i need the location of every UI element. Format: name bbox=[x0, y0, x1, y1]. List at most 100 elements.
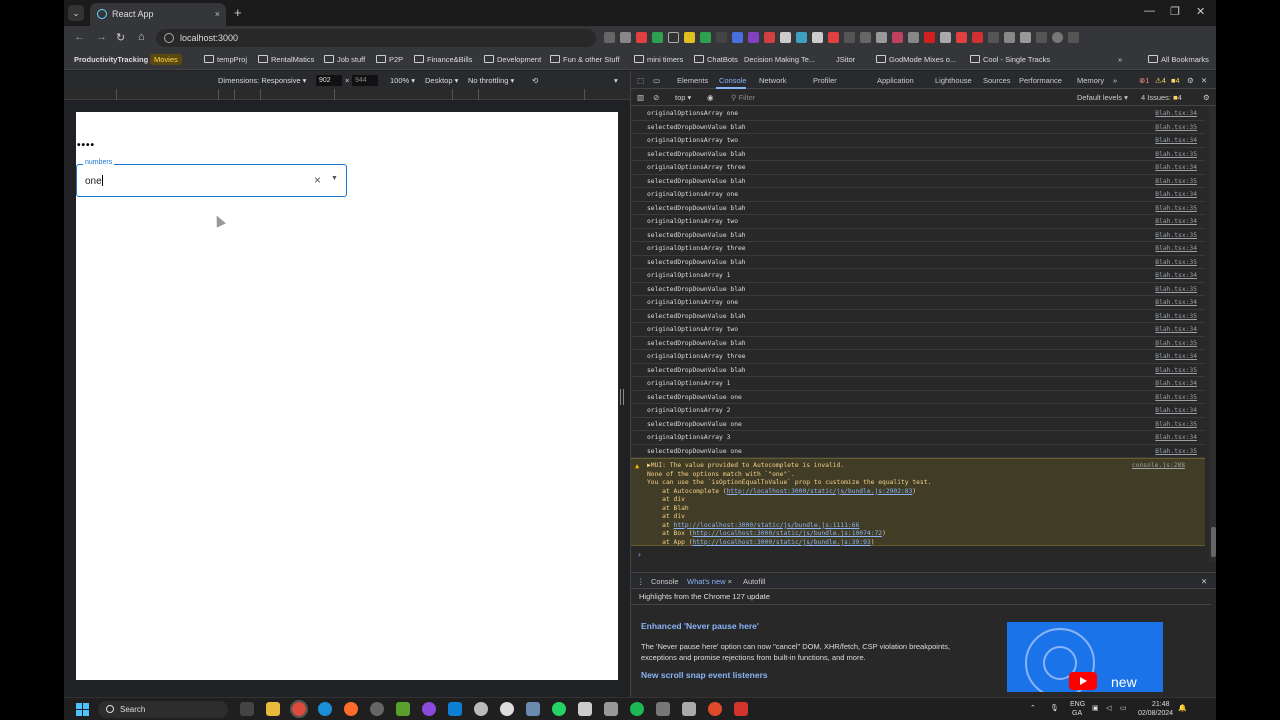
site-info-icon[interactable] bbox=[164, 33, 174, 43]
tab-lighthouse[interactable]: Lighthouse bbox=[935, 76, 972, 85]
bookmark-folder[interactable]: ChatBots bbox=[694, 55, 738, 64]
log-source-link[interactable]: Blah.tsx:34 bbox=[1155, 191, 1197, 198]
extension-icon[interactable] bbox=[924, 32, 935, 43]
media-query-ruler[interactable] bbox=[64, 89, 630, 100]
height-input[interactable]: 944 bbox=[352, 75, 378, 86]
tab-memory[interactable]: Memory bbox=[1077, 76, 1104, 85]
extension-icon[interactable] bbox=[684, 32, 695, 43]
volume-icon[interactable]: ◁ bbox=[1106, 704, 1111, 712]
bookmark-folder[interactable]: Cool - Single Tracks bbox=[970, 55, 1050, 64]
close-tab-icon[interactable]: × bbox=[215, 3, 220, 25]
app-icon[interactable] bbox=[656, 702, 670, 716]
log-source-link[interactable]: Blah.tsx:35 bbox=[1155, 286, 1197, 293]
edge-icon[interactable] bbox=[318, 702, 332, 716]
numbers-autocomplete[interactable]: numbers one × ▼ bbox=[76, 159, 347, 197]
autocomplete-input[interactable]: one bbox=[85, 175, 103, 187]
bookmark-item[interactable]: JSitor bbox=[836, 55, 855, 64]
whats-new-heading[interactable]: New scroll snap event listeners bbox=[641, 670, 768, 680]
all-bookmarks[interactable]: All Bookmarks bbox=[1148, 55, 1209, 64]
browser-tab[interactable]: React App × bbox=[90, 3, 226, 26]
back-icon[interactable]: ← bbox=[74, 31, 85, 43]
more-tabs-icon[interactable]: » bbox=[1113, 76, 1117, 85]
tab-performance[interactable]: Performance bbox=[1019, 76, 1062, 85]
device-select[interactable]: Desktop ▾ bbox=[425, 76, 458, 85]
clear-console-icon[interactable]: ⊘ bbox=[653, 93, 659, 102]
cast-icon[interactable] bbox=[604, 32, 615, 43]
log-source-link[interactable]: Blah.tsx:35 bbox=[1155, 448, 1197, 455]
tab-network[interactable]: Network bbox=[759, 76, 787, 85]
firefox-icon[interactable] bbox=[344, 702, 358, 716]
log-source-link[interactable]: Blah.tsx:35 bbox=[1155, 259, 1197, 266]
windows-start-icon[interactable] bbox=[76, 703, 89, 716]
app-icon[interactable] bbox=[604, 702, 618, 716]
extension-icon[interactable] bbox=[828, 32, 839, 43]
stack-link[interactable]: http://localhost:3000/static/js/bundle.j… bbox=[727, 488, 913, 495]
chrome-icon[interactable] bbox=[290, 700, 308, 718]
close-icon[interactable]: × bbox=[314, 173, 321, 187]
clock-date[interactable]: 02/08/2024 bbox=[1138, 710, 1173, 717]
bookmark-folder[interactable]: Job stuff bbox=[324, 55, 365, 64]
taskbar-search[interactable]: Search bbox=[98, 701, 228, 718]
extensions-puzzle-icon[interactable] bbox=[1020, 32, 1031, 43]
log-source-link[interactable]: Blah.tsx:34 bbox=[1155, 218, 1197, 225]
tab-sources[interactable]: Sources bbox=[983, 76, 1011, 85]
arrow-drop-down-icon[interactable]: ▼ bbox=[331, 175, 338, 182]
console-prompt-icon[interactable]: › bbox=[637, 550, 642, 559]
log-source-link[interactable]: Blah.tsx:34 bbox=[1155, 326, 1197, 333]
youtube-play-icon[interactable] bbox=[1069, 672, 1097, 690]
app-icon[interactable] bbox=[422, 702, 436, 716]
log-source-link[interactable]: Blah.tsx:34 bbox=[1155, 299, 1197, 306]
bookmark-folder[interactable]: Finance&Bills bbox=[414, 55, 472, 64]
maximize-icon[interactable]: ❐ bbox=[1170, 5, 1180, 18]
task-view-icon[interactable] bbox=[240, 702, 254, 716]
stack-link[interactable]: http://localhost:3000/static/js/bundle.j… bbox=[693, 530, 883, 537]
rotate-icon[interactable]: ⟲ bbox=[532, 76, 538, 85]
new-tab-button[interactable]: + bbox=[234, 5, 242, 20]
log-source-link[interactable]: Blah.tsx:34 bbox=[1155, 272, 1197, 279]
tray-overflow-icon[interactable]: ⌃ bbox=[1030, 704, 1036, 712]
log-source-link[interactable]: Blah.tsx:34 bbox=[1155, 245, 1197, 252]
extension-icon[interactable] bbox=[796, 32, 807, 43]
brave-icon[interactable] bbox=[708, 702, 722, 716]
tab-console[interactable]: Console bbox=[719, 76, 747, 85]
settings-gear-icon[interactable]: ⚙ bbox=[1187, 76, 1194, 85]
tab-elements[interactable]: Elements bbox=[677, 76, 708, 85]
bookmark-item[interactable]: Decision Making Te... bbox=[744, 55, 815, 64]
app-icon[interactable] bbox=[396, 702, 410, 716]
log-source-link[interactable]: Blah.tsx:35 bbox=[1155, 178, 1197, 185]
warning-line[interactable]: ▶MUI: The value provided to Autocomplete… bbox=[647, 462, 844, 469]
close-drawer-icon[interactable]: ✕ bbox=[1201, 577, 1207, 586]
filter-input[interactable]: ⚲ Filter bbox=[731, 93, 755, 102]
log-source-link[interactable]: Blah.tsx:35 bbox=[1155, 340, 1197, 347]
video-thumbnail[interactable]: new bbox=[1007, 622, 1163, 692]
log-source-link[interactable]: Blah.tsx:35 bbox=[1155, 124, 1197, 131]
log-source-link[interactable]: Blah.tsx:34 bbox=[1155, 110, 1197, 117]
extension-icon[interactable] bbox=[892, 32, 903, 43]
sidebar-toggle-icon[interactable]: ▥ bbox=[637, 93, 644, 102]
device-toggle-icon[interactable]: ▭ bbox=[653, 76, 660, 85]
close-devtools-icon[interactable]: ✕ bbox=[1201, 76, 1207, 85]
width-input[interactable]: 902 bbox=[316, 75, 342, 86]
extension-icon[interactable] bbox=[1004, 32, 1015, 43]
error-count[interactable]: ⊗1 bbox=[1139, 76, 1149, 85]
bookmark-folder[interactable]: Development bbox=[484, 55, 541, 64]
drawer-tab-autofill[interactable]: Autofill bbox=[743, 577, 766, 586]
bookmark-folder[interactable]: P2P bbox=[376, 55, 403, 64]
network-icon[interactable]: ▣ bbox=[1092, 704, 1099, 712]
log-source-link[interactable]: Blah.tsx:34 bbox=[1155, 380, 1197, 387]
log-source-link[interactable]: Blah.tsx:34 bbox=[1155, 137, 1197, 144]
extension-icon[interactable] bbox=[876, 32, 887, 43]
warning-count[interactable]: ⚠4 bbox=[1155, 76, 1166, 85]
tab-application[interactable]: Application bbox=[877, 76, 914, 85]
drawer-tab-console[interactable]: Console bbox=[651, 577, 679, 586]
extension-icon[interactable] bbox=[988, 32, 999, 43]
extension-icon[interactable] bbox=[732, 32, 743, 43]
log-levels-select[interactable]: Default levels ▾ bbox=[1077, 93, 1128, 102]
bookmark-folder[interactable]: RentalMatics bbox=[258, 55, 314, 64]
bookmark-item[interactable]: Movies bbox=[150, 54, 182, 65]
extension-icon[interactable] bbox=[716, 32, 727, 43]
console-settings-icon[interactable]: ⚙ bbox=[1203, 93, 1210, 102]
zoom-select[interactable]: 100% ▾ bbox=[390, 76, 415, 85]
extension-icon[interactable] bbox=[812, 32, 823, 43]
extension-icon[interactable] bbox=[844, 32, 855, 43]
